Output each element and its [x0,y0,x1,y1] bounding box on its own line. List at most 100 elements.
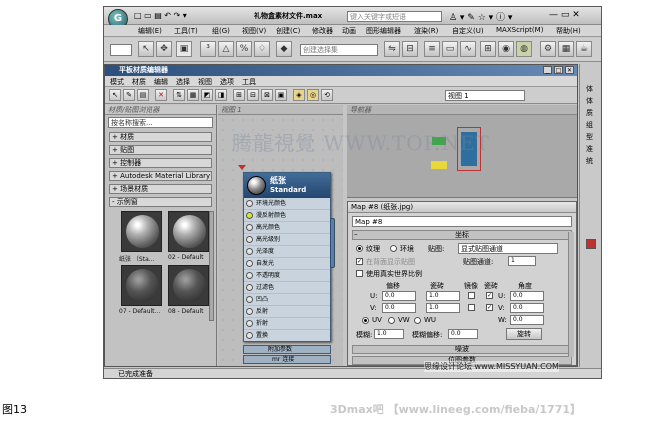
sample-slot-1[interactable] [121,211,162,252]
select-icon[interactable]: ↖ [138,41,154,57]
u-offset-spinner[interactable]: 0.0 [382,291,416,301]
angle-snap-icon[interactable]: △ [218,41,234,57]
slate-editor-icon[interactable]: ◍ [516,41,532,57]
menu-create[interactable]: 创建(C) [276,26,300,36]
select-by-material-icon[interactable]: ◎ [307,89,319,101]
slot-displacement[interactable]: 置换 [244,330,330,342]
render-icon[interactable]: ☕ [576,41,592,57]
collapse-icon[interactable]: – [354,230,358,238]
mirror-icon[interactable]: ⇋ [384,41,400,57]
maximize-button[interactable]: □ [554,66,563,74]
noise-rollout[interactable]: 噪波 [352,345,572,354]
rollout-sample-slots[interactable]: - 示例窗 [109,197,212,207]
rollout-controllers[interactable]: + 控制器 [109,158,212,168]
material-node[interactable]: 纸张 Standard 环境光颜色 漫反射颜色 高光颜色 高光级别 光泽度 自发… [243,172,335,342]
search-input[interactable]: 键入关键字或短语 [347,11,442,22]
menu-edit[interactable]: 编辑(E) [138,26,162,36]
wu-radio[interactable] [414,317,421,324]
command-label-7[interactable]: 统 [586,156,593,166]
move-children-icon[interactable]: ⇅ [173,89,185,101]
slot-diffuse[interactable]: 漫反射颜色 [244,210,330,222]
command-label-6[interactable]: 准 [586,144,593,154]
command-label-2[interactable]: 体 [586,96,593,106]
browser-search-input[interactable]: 按名称搜索... [108,117,213,128]
menu-modifiers[interactable]: 修改器 [312,26,333,36]
ribbon-icon[interactable]: ▭ [442,41,458,57]
menu-animation[interactable]: 动画 [342,26,356,36]
show-map-icon[interactable]: ◩ [201,89,213,101]
material-id-icon[interactable]: ▣ [275,89,287,101]
quick-access-icons[interactable]: □ ▭ ▤ ↶ ↷ ▾ [134,11,187,20]
pick-material-icon[interactable]: ↖ [109,89,121,101]
slot-glossiness[interactable]: 光泽度 [244,246,330,258]
nav-zoom-icon[interactable]: ⟲ [321,89,333,101]
menu-maxscript[interactable]: MAXScript(M) [496,26,543,34]
filter-dropdown[interactable] [110,44,132,56]
help-tools-icons[interactable]: ♙ ▾ ✎ ☆ ▾ ⓘ ▾ [449,10,512,23]
command-label-3[interactable]: 质 [586,108,593,118]
view-tab[interactable]: 视图 1 [218,105,343,115]
browser-scrollbar[interactable] [209,211,214,321]
v-offset-spinner[interactable]: 0.0 [382,303,416,313]
hide-unused-icon[interactable]: ▦ [187,89,199,101]
curve-editor-icon[interactable]: ∿ [460,41,476,57]
schematic-view-icon[interactable]: ⊞ [480,41,496,57]
sample-slot-2[interactable] [168,211,209,252]
slot-ambient[interactable]: 环境光颜色 [244,198,330,210]
slot-bump[interactable]: 凹凸 [244,294,330,306]
socket-icon[interactable] [246,320,253,327]
layout-children-icon[interactable]: ⊟ [247,89,259,101]
selection-set-dropdown[interactable]: 创建选择集 [300,44,378,56]
u-tiling-spinner[interactable]: 1.0 [426,291,460,301]
vw-radio[interactable] [388,317,395,324]
param-editor-icon[interactable]: ◈ [293,89,305,101]
slate-menu-material[interactable]: 材质 [132,77,146,87]
socket-icon[interactable] [246,308,253,315]
environment-radio[interactable] [390,245,397,252]
u-mirror-checkbox[interactable] [468,292,475,299]
align-icon[interactable]: ⊟ [402,41,418,57]
v-tile-checkbox[interactable]: ✓ [486,304,493,311]
layout-grid-icon[interactable]: ⊠ [261,89,273,101]
select-region-icon[interactable]: ▣ [176,41,192,57]
menu-tools[interactable]: 工具(T) [174,26,198,36]
menu-help[interactable]: 帮助(H) [556,26,581,36]
real-world-checkbox[interactable] [356,270,363,277]
node-output-bar[interactable] [330,218,335,268]
menu-customize[interactable]: 自定义(U) [452,26,484,36]
socket-icon[interactable] [246,296,253,303]
texture-radio[interactable] [356,245,363,252]
socket-icon[interactable] [246,224,253,231]
socket-icon[interactable] [246,200,253,207]
socket-icon[interactable] [246,248,253,255]
snap-icon[interactable]: ³ [200,41,216,57]
v-mirror-checkbox[interactable] [468,304,475,311]
slot-specular-level[interactable]: 高光级别 [244,234,330,246]
socket-icon[interactable] [246,332,253,339]
map-channel-spinner[interactable]: 1 [508,256,536,266]
command-label-1[interactable]: 体 [586,84,593,94]
u-angle-spinner[interactable]: 0.0 [510,291,544,301]
delete-icon[interactable]: ✕ [155,89,167,101]
minimize-button[interactable]: _ [543,66,552,74]
blur-spinner[interactable]: 1.0 [374,329,404,339]
w-angle-spinner[interactable]: 0.0 [510,315,544,325]
named-selection-icon[interactable]: ◆ [276,41,292,57]
layer-manager-icon[interactable]: ≡ [424,41,440,57]
slate-menu-select[interactable]: 选择 [176,77,190,87]
slot-specular-color[interactable]: 高光颜色 [244,222,330,234]
mapping-dropdown[interactable]: 显式贴图通道 [458,243,558,254]
uv-radio[interactable] [362,317,369,324]
menu-view[interactable]: 视图(V) [242,26,266,36]
eyedropper-icon[interactable]: ✎ [123,89,135,101]
sample-slot-3[interactable] [121,265,162,306]
socket-icon[interactable] [246,284,253,291]
socket-icon[interactable] [246,236,253,243]
slot-self-illumination[interactable]: 自发光 [244,258,330,270]
rollout-scene-materials[interactable]: + 场景材质 [109,184,212,194]
slate-menu-edit[interactable]: 编辑 [154,77,168,87]
slate-menu-tools[interactable]: 工具 [242,77,256,87]
material-editor-icon[interactable]: ◉ [498,41,514,57]
material-node-header[interactable]: 纸张 Standard [244,173,330,198]
v-tiling-spinner[interactable]: 1.0 [426,303,460,313]
